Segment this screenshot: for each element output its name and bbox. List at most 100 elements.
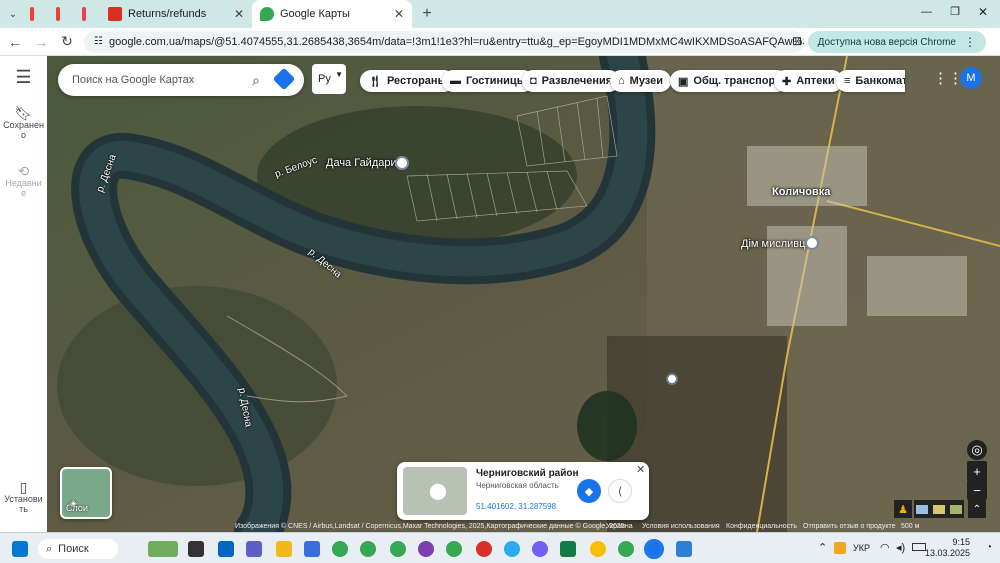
taskbar-app-icon[interactable] (188, 541, 204, 557)
taskbar-app-icon[interactable] (218, 541, 234, 557)
taskbar-app-icon[interactable] (246, 541, 262, 557)
card-coordinates[interactable]: 51.401602, 31.287598 (476, 502, 556, 511)
file-explorer-icon[interactable] (276, 541, 292, 557)
taskbar-clock[interactable]: 9:15 13.03.2025 (925, 537, 970, 559)
tab-google-maps[interactable]: Google Карты ✕ (252, 0, 412, 28)
chip-entertainment[interactable]: ◘ Развлечения (522, 70, 621, 92)
excel-icon[interactable] (560, 541, 576, 557)
maximize-icon[interactable]: ❐ (950, 5, 960, 18)
imagery-thumb-icon[interactable] (949, 504, 962, 514)
zoom-in-icon[interactable]: + (967, 461, 987, 481)
pharmacy-icon: ✚ (782, 75, 792, 88)
google-account-avatar[interactable]: M (960, 67, 982, 89)
hunter-house-label[interactable]: Дім мисливця (741, 238, 811, 250)
card-directions-icon[interactable]: ◆ (577, 479, 601, 503)
place-label-dacha[interactable]: Дача Гайдарин (326, 157, 403, 169)
location-thumbnail[interactable]: ⬤ (403, 467, 467, 515)
taskbar-app-icon[interactable] (148, 541, 178, 557)
imagery-thumb-icon[interactable] (932, 504, 945, 514)
windows-start-icon[interactable] (12, 541, 28, 557)
chrome-icon[interactable] (332, 541, 348, 557)
imagery-thumbnails[interactable] (914, 500, 964, 518)
privacy-link[interactable]: Конфиденциальность (726, 523, 797, 530)
zoom-out-icon[interactable]: − (967, 480, 987, 500)
tray-chevron-icon[interactable]: ⌃ (818, 541, 827, 554)
country-link[interactable]: Украина (606, 523, 633, 530)
recent-rail-item[interactable]: ⟲ Недавние (0, 164, 47, 198)
address-bar[interactable]: ☷ google.com.ua/maps/@51.4074555,31.2685… (84, 30, 804, 53)
wifi-icon[interactable]: ◠ (880, 541, 890, 554)
town-label[interactable]: Количовка (772, 186, 830, 198)
menu-dots-icon[interactable]: ⋮ (964, 35, 976, 49)
close-tab-icon[interactable]: ✕ (394, 7, 404, 21)
pinned-tab-gmail-1[interactable] (22, 0, 48, 28)
tab-returns[interactable]: Returns/refunds ✕ (100, 0, 252, 28)
chip-museums[interactable]: ⌂ Музеи (610, 70, 671, 92)
notification-icon[interactable]: ◔ (986, 542, 992, 553)
close-tab-icon[interactable]: ✕ (234, 7, 244, 21)
chip-restaurants[interactable]: 🍴︎ Рестораны (360, 70, 455, 92)
satellite-map[interactable]: р. Белоус р. Десна р. Десна р. Десна Дач… (47, 56, 1000, 532)
search-icon[interactable]: ⌕ (252, 72, 260, 89)
viber-icon[interactable] (532, 541, 548, 557)
expand-up-icon[interactable]: ⌃ (968, 500, 986, 518)
chrome-icon[interactable] (618, 541, 634, 557)
location-info-card[interactable]: ⬤ Черниговский район Черниговская област… (397, 462, 649, 520)
taskbar-app-icon[interactable] (676, 541, 692, 557)
telegram-icon[interactable] (504, 541, 520, 557)
chip-pharmacies[interactable]: ✚ Аптеки (774, 70, 843, 92)
card-close-icon[interactable]: ✕ (636, 463, 645, 476)
saved-rail-item[interactable]: 🔖︎ Сохранено (0, 106, 47, 140)
pinned-tab-gmail-2[interactable] (48, 0, 74, 28)
reload-icon[interactable]: ↻ (56, 31, 78, 53)
chrome-icon[interactable] (590, 541, 606, 557)
card-share-icon[interactable]: ⟨ (608, 479, 632, 503)
google-maps-favicon-icon (260, 7, 274, 21)
chip-atms[interactable]: ≡ Банкоматы (836, 70, 905, 92)
directions-icon[interactable] (272, 67, 296, 91)
chip-transit[interactable]: ▣ Общ. транспорт (670, 70, 789, 92)
hunter-house-pin-icon[interactable] (805, 236, 819, 250)
museum-icon: ⌂ (618, 75, 625, 87)
scale-label[interactable]: 500 м (901, 523, 919, 530)
my-location-icon[interactable]: ◎ (967, 440, 987, 460)
tray-app-icon[interactable] (834, 542, 846, 554)
taskbar-app-icon[interactable] (304, 541, 320, 557)
tab-search-icon[interactable]: ⌄ (4, 3, 22, 25)
chrome-update-button[interactable]: Доступна нова версія Chrome ⋮ (807, 31, 986, 53)
chrome-icon[interactable] (418, 541, 434, 557)
pinned-tab-pocket[interactable] (74, 0, 100, 28)
chrome-icon[interactable] (360, 541, 376, 557)
pegman-icon[interactable]: ♟ (894, 500, 912, 518)
chrome-icon[interactable] (446, 541, 462, 557)
minimize-icon[interactable]: — (921, 6, 932, 18)
install-app-icon[interactable]: ⊡ (792, 34, 802, 48)
chrome-icon[interactable] (476, 541, 492, 557)
layers-button[interactable]: ◈ Слои (60, 467, 112, 519)
forward-icon[interactable]: → (30, 31, 52, 53)
menu-hamburger-icon[interactable]: ☰ (0, 68, 47, 86)
selected-location-pin-icon[interactable] (666, 373, 678, 385)
feedback-link[interactable]: Отправить отзыв о продукте (803, 523, 896, 530)
card-subtitle: Черниговская область (476, 481, 559, 490)
clock-date: 13.03.2025 (924, 548, 970, 558)
back-icon[interactable]: ← (4, 31, 26, 53)
input-language[interactable]: УКР (853, 543, 870, 553)
terms-link[interactable]: Условия использования (642, 523, 720, 530)
battery-icon[interactable] (912, 543, 926, 551)
new-tab-icon[interactable]: + (416, 3, 438, 25)
fork-knife-icon: 🍴︎ (368, 75, 382, 88)
chrome-icon[interactable] (390, 541, 406, 557)
taskbar-search[interactable]: ⌕ Поиск (38, 539, 118, 559)
search-icon: ⌕ (46, 542, 53, 555)
chip-hotels[interactable]: ▬ Гостиницы (442, 70, 535, 92)
language-select[interactable]: Ру ▼ (312, 64, 346, 94)
chrome-icon[interactable] (644, 539, 664, 559)
install-app-rail-item[interactable]: ▯ Установить (0, 480, 47, 514)
dacha-pin-icon[interactable] (395, 156, 409, 170)
imagery-thumb-icon[interactable] (916, 504, 929, 514)
volume-icon[interactable]: ◂) (896, 541, 905, 554)
close-window-icon[interactable]: ✕ (978, 5, 988, 19)
maps-search-input[interactable]: Поиск на Google Картах ⌕ (58, 64, 304, 96)
site-info-icon[interactable]: ☷ (94, 36, 103, 47)
